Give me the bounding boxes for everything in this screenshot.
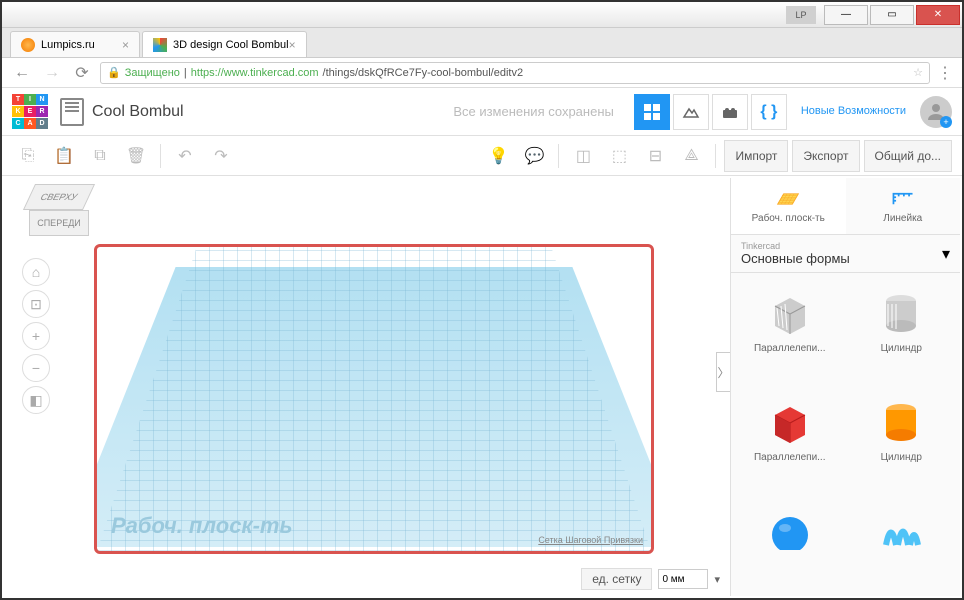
- shape-cylinder-orange[interactable]: Цилиндр: [847, 386, 957, 493]
- mode-code-button[interactable]: { }: [751, 94, 787, 130]
- shape-cylinder-striped[interactable]: Цилиндр: [847, 277, 957, 384]
- url-host: https://www.tinkercad.com: [191, 67, 319, 79]
- chevron-down-icon: ▾: [942, 244, 950, 264]
- reload-button[interactable]: ⟳: [70, 61, 94, 85]
- ruler-icon: [890, 189, 916, 209]
- ruler-tool[interactable]: Линейка: [846, 178, 961, 234]
- group-button[interactable]: ◫: [567, 140, 599, 172]
- duplicate-button[interactable]: ⧉: [84, 140, 116, 172]
- tab-close-icon[interactable]: ×: [289, 38, 296, 52]
- snap-value-input[interactable]: [658, 569, 708, 589]
- chrome-menu-icon[interactable]: ⋮: [936, 64, 954, 82]
- delete-button[interactable]: 🗑: [120, 140, 152, 172]
- view-cube[interactable]: СВЕРХУ СПЕРЕДИ: [24, 184, 94, 244]
- shape-sphere-blue[interactable]: [735, 496, 845, 592]
- category-source: Tinkercad: [741, 241, 850, 251]
- address-bar: ← → ⟳ 🔒 Защищено | https://www.tinkercad…: [2, 58, 962, 88]
- new-features-link[interactable]: Новые Возможности: [795, 105, 912, 118]
- user-avatar[interactable]: +: [920, 96, 952, 128]
- project-name[interactable]: Cool Bombul: [92, 103, 184, 121]
- tab-lumpics[interactable]: Lumpics.ru ×: [10, 31, 140, 57]
- category-name: Основные формы: [741, 251, 850, 266]
- note-button[interactable]: 💬: [518, 140, 550, 172]
- sidebar-collapse-button[interactable]: 〉: [716, 352, 730, 392]
- workplane-label: Рабоч. плоск-ть: [111, 513, 293, 539]
- home-view-button[interactable]: ⌂: [22, 258, 50, 286]
- shape-box-striped[interactable]: Параллелепи...: [735, 277, 845, 384]
- close-button[interactable]: ✕: [916, 5, 960, 25]
- import-button[interactable]: Импорт: [724, 140, 788, 172]
- zoom-out-button[interactable]: −: [22, 354, 50, 382]
- lock-icon: 🔒: [107, 66, 121, 79]
- snap-grid-label[interactable]: Сетка Шаговой Привязки: [538, 535, 643, 545]
- save-status: Все изменения сохранены: [453, 104, 614, 119]
- edit-grid-button[interactable]: ед. сетку: [581, 568, 652, 590]
- favicon-icon: [21, 38, 35, 52]
- ortho-view-button[interactable]: ◧: [22, 386, 50, 414]
- 3d-viewport[interactable]: СВЕРХУ СПЕРЕДИ ⌂ ⊡ + − ◧ Рабоч. плоск-ть…: [4, 178, 730, 596]
- secure-label: Защищено: [125, 67, 180, 79]
- ungroup-button[interactable]: ⬚: [603, 140, 635, 172]
- maximize-button[interactable]: ▭: [870, 5, 914, 25]
- cube-top-face[interactable]: СВЕРХУ: [23, 184, 95, 210]
- shape-box-red[interactable]: Параллелепи...: [735, 386, 845, 493]
- workplane-tool[interactable]: Рабоч. плоск-ть: [731, 178, 846, 234]
- workplane-icon: [775, 189, 801, 209]
- back-button[interactable]: ←: [10, 61, 34, 85]
- app-header: TIN KER CAD Cool Bombul Все изменения со…: [2, 88, 962, 136]
- mode-3d-button[interactable]: [634, 94, 670, 130]
- bookmark-icon[interactable]: ☆: [913, 66, 923, 79]
- shapes-sidebar: Рабоч. плоск-ть Линейка Tinkercad Основн…: [730, 178, 960, 596]
- edit-toolbar: ⎘ 📋 ⧉ 🗑 ↶ ↷ 💡 💬 ◫ ⬚ ⊟ ⟁ Импорт Экспорт О…: [2, 136, 962, 176]
- mode-blocks-button[interactable]: [673, 94, 709, 130]
- window-titlebar: LP — ▭ ✕: [2, 2, 962, 28]
- grid-options: ед. сетку ▾: [581, 568, 720, 590]
- fit-view-button[interactable]: ⊡: [22, 290, 50, 318]
- add-user-icon: +: [940, 116, 952, 128]
- tab-close-icon[interactable]: ×: [122, 38, 129, 52]
- lp-badge: LP: [786, 6, 816, 24]
- mode-switcher: { }: [634, 94, 787, 130]
- browser-tabs: Lumpics.ru × 3D design Cool Bombul ×: [2, 28, 962, 58]
- shapes-grid: Параллелепи... Цилиндр Параллелепи... Ци…: [731, 273, 960, 596]
- forward-button[interactable]: →: [40, 61, 64, 85]
- document-icon: [60, 98, 84, 126]
- copy-button[interactable]: ⎘: [12, 140, 44, 172]
- align-button[interactable]: ⊟: [639, 140, 671, 172]
- cube-front-face[interactable]: СПЕРЕДИ: [29, 210, 89, 236]
- export-button[interactable]: Экспорт: [792, 140, 859, 172]
- bulb-button[interactable]: 💡: [482, 140, 514, 172]
- redo-button[interactable]: ↷: [205, 140, 237, 172]
- tab-tinkercad[interactable]: 3D design Cool Bombul ×: [142, 31, 307, 57]
- tinkercad-logo[interactable]: TIN KER CAD: [12, 94, 52, 130]
- mirror-button[interactable]: ⟁: [675, 140, 707, 172]
- tab-title: 3D design Cool Bombul: [173, 39, 289, 51]
- share-button[interactable]: Общий до...: [864, 140, 953, 172]
- favicon-icon: [153, 38, 167, 52]
- mode-bricks-button[interactable]: [712, 94, 748, 130]
- url-input[interactable]: 🔒 Защищено | https://www.tinkercad.com/t…: [100, 62, 930, 84]
- tab-title: Lumpics.ru: [41, 39, 95, 51]
- dropdown-icon[interactable]: ▾: [714, 573, 720, 586]
- shape-misc-blue[interactable]: [847, 496, 957, 592]
- undo-button[interactable]: ↶: [169, 140, 201, 172]
- zoom-in-button[interactable]: +: [22, 322, 50, 350]
- shape-category-selector[interactable]: Tinkercad Основные формы ▾: [731, 235, 960, 273]
- highlighted-region: Рабоч. плоск-ть Сетка Шаговой Привязки: [94, 244, 654, 554]
- paste-button[interactable]: 📋: [48, 140, 80, 172]
- minimize-button[interactable]: —: [824, 5, 868, 25]
- url-path: /things/dskQfRCe7Fy-cool-bombul/editv2: [323, 67, 524, 79]
